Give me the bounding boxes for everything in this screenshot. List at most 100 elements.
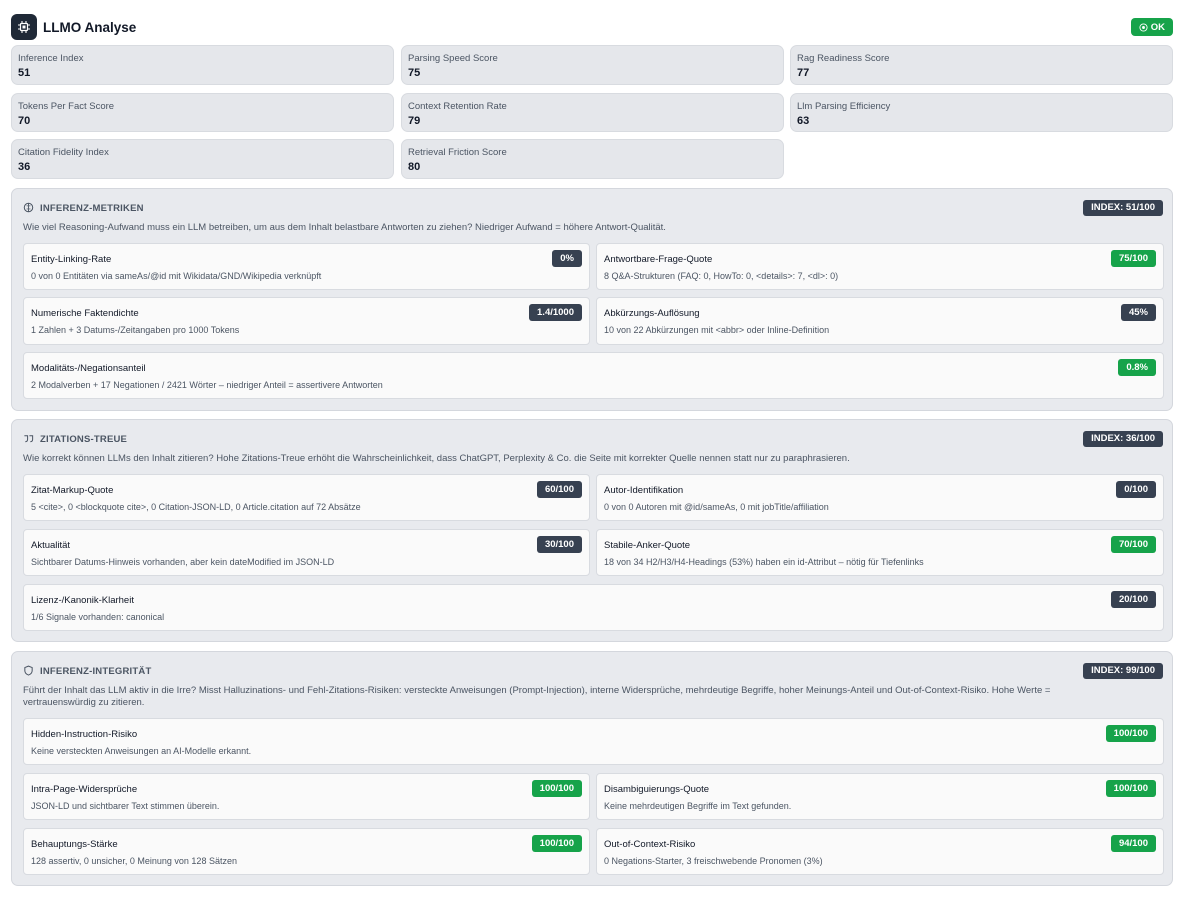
card-out-of-context-risiko: Out-of-Context-Risiko 94/100 0 Negations… [596, 828, 1164, 875]
metric-label: Context Retention Rate [408, 101, 507, 112]
score-badge: 100/100 [1105, 725, 1156, 742]
section-title: INFERENZ-INTEGRITÄT [40, 666, 152, 677]
card-title: Lizenz-/Kanonik-Klarheit [31, 595, 134, 606]
metric-label: Rag Readiness Score [797, 53, 890, 64]
score-badge: 70/100 [1110, 536, 1156, 553]
card-title: Stabile-Anker-Quote [604, 540, 691, 551]
card-title: Modalitäts-/Negationsanteil [31, 363, 146, 374]
status-badge: OK [1130, 18, 1173, 36]
section-inferenz-metriken: INFERENZ-METRIKEN INDEX: 51/100 Wie viel… [11, 188, 1173, 411]
card-detail: 0 Negations-Starter, 3 freischwebende Pr… [604, 856, 823, 866]
index-badge: INDEX: 99/100 [1083, 663, 1163, 679]
score-badge: 94/100 [1110, 835, 1156, 852]
metric-value: 36 [18, 161, 31, 173]
metric-value: 51 [18, 67, 31, 79]
card-detail: 10 von 22 Abkürzungen mit <abbr> oder In… [604, 325, 830, 335]
card-title: Abkürzungs-Auflösung [604, 308, 700, 319]
metric-value: 75 [408, 67, 421, 79]
card-title: Disambiguierungs-Quote [604, 784, 710, 795]
card-detail: Keine versteckten Anweisungen an AI-Mode… [31, 746, 252, 756]
check-circle-icon [1139, 22, 1148, 32]
card-detail: 18 von 34 H2/H3/H4-Headings (53%) haben … [604, 557, 924, 567]
score-badge: 45% [1120, 304, 1156, 321]
score-badge: 100/100 [1105, 780, 1156, 797]
metric-value: 80 [408, 161, 421, 173]
card-aktualitaet: Aktualität 30/100 Sichtbarer Datums-Hinw… [23, 529, 590, 576]
brain-icon [23, 202, 34, 213]
header: LLMO Analyse OK [11, 13, 1173, 41]
card-hidden-instruction-risiko: Hidden-Instruction-Risiko 100/100 Keine … [23, 718, 1164, 765]
card-title: Autor-Identifikation [604, 485, 684, 496]
score-badge: 100/100 [531, 835, 582, 852]
card-abkuerzungs-aufloesung: Abkürzungs-Auflösung 45% 10 von 22 Abkür… [596, 297, 1164, 345]
card-detail: JSON-LD und sichtbarer Text stimmen über… [31, 801, 220, 811]
metric-llm-parsing-efficiency: Llm Parsing Efficiency 63 [790, 93, 1173, 132]
card-detail: 1 Zahlen + 3 Datums-/Zeitangaben pro 100… [31, 325, 240, 335]
shield-icon [24, 665, 33, 676]
card-modalitaets-negationsanteil: Modalitäts-/Negationsanteil 0.8% 2 Modal… [23, 352, 1164, 399]
index-badge: INDEX: 36/100 [1083, 431, 1163, 447]
metric-tokens-per-fact-score: Tokens Per Fact Score 70 [11, 93, 394, 132]
metric-value: 79 [408, 115, 421, 127]
card-antwortbare-frage-quote: Antwortbare-Frage-Quote 75/100 8 Q&A-Str… [596, 243, 1164, 290]
metric-value: 77 [797, 67, 810, 79]
score-badge: 60/100 [536, 481, 582, 498]
card-title: Out-of-Context-Risiko [604, 839, 696, 850]
score-badge: 100/100 [531, 780, 582, 797]
score-badge: 0/100 [1116, 481, 1156, 498]
card-detail: 1/6 Signale vorhanden: canonical [31, 612, 165, 622]
chip-icon [11, 14, 37, 40]
card-behauptungs-staerke: Behauptungs-Stärke 100/100 128 assertiv,… [23, 828, 590, 875]
section-description: Führt der Inhalt das LLM aktiv in die Ir… [23, 685, 1051, 708]
metric-value: 63 [797, 115, 810, 127]
metric-inference-index: Inference Index 51 [11, 45, 394, 85]
score-badge: 20/100 [1110, 591, 1156, 608]
card-detail: Sichtbarer Datums-Hinweis vorhanden, abe… [31, 557, 335, 567]
card-zitat-markup-quote: Zitat-Markup-Quote 60/100 5 <cite>, 0 <b… [23, 474, 590, 521]
status-label: OK [1150, 21, 1165, 33]
card-numerische-faktendichte: Numerische Faktendichte 1.4/1000 1 Zahle… [23, 297, 590, 345]
metric-label: Citation Fidelity Index [18, 147, 109, 158]
card-title: Antwortbare-Frage-Quote [604, 254, 713, 265]
card-title: Aktualität [31, 540, 71, 551]
section-inferenz-integritaet: INFERENZ-INTEGRITÄT INDEX: 99/100 Führt … [11, 651, 1173, 886]
card-stabile-anker-quote: Stabile-Anker-Quote 70/100 18 von 34 H2/… [596, 529, 1164, 576]
section-title: INFERENZ-METRIKEN [40, 203, 144, 214]
metric-label: Retrieval Friction Score [408, 147, 507, 158]
metric-value: 70 [18, 115, 31, 127]
metric-label: Inference Index [18, 53, 84, 64]
metric-label: Llm Parsing Efficiency [797, 101, 891, 112]
section-title: ZITATIONS-TREUE [40, 434, 128, 445]
card-title: Behauptungs-Stärke [31, 839, 118, 850]
metric-context-retention-rate: Context Retention Rate 79 [401, 93, 784, 132]
card-detail: 2 Modalverben + 17 Negationen / 2421 Wör… [31, 380, 383, 390]
section-zitations-treue: ZITATIONS-TREUE INDEX: 36/100 Wie korrek… [11, 419, 1173, 642]
card-lizenz-kanonik-klarheit: Lizenz-/Kanonik-Klarheit 20/100 1/6 Sign… [23, 584, 1164, 631]
card-detail: 0 von 0 Autoren mit @id/sameAs, 0 mit jo… [604, 502, 829, 512]
metric-citation-fidelity-index: Citation Fidelity Index 36 [11, 139, 394, 179]
quote-icon [24, 435, 34, 443]
score-badge: 75/100 [1110, 250, 1156, 267]
section-description: Wie korrekt können LLMs den Inhalt zitie… [23, 453, 850, 464]
page-title: LLMO Analyse [43, 20, 137, 35]
score-badge: 0.8% [1118, 359, 1156, 376]
card-detail: Keine mehrdeutigen Begriffe im Text gefu… [604, 801, 792, 811]
metric-label: Parsing Speed Score [408, 53, 498, 64]
metric-label: Tokens Per Fact Score [18, 101, 115, 112]
card-title: Numerische Faktendichte [31, 308, 139, 319]
score-badge: 1.4/1000 [529, 304, 582, 321]
card-entity-linking-rate: Entity-Linking-Rate 0% 0 von 0 Entitäten… [23, 243, 590, 290]
score-badge: 30/100 [536, 536, 582, 553]
card-detail: 128 assertiv, 0 unsicher, 0 Meinung von … [31, 856, 237, 866]
card-title: Zitat-Markup-Quote [31, 485, 114, 496]
score-badge: 0% [552, 250, 582, 267]
card-title: Intra-Page-Widersprüche [31, 784, 138, 795]
metric-retrieval-friction-score: Retrieval Friction Score 80 [401, 139, 784, 179]
metric-parsing-speed-score: Parsing Speed Score 75 [401, 45, 784, 85]
card-title: Hidden-Instruction-Risiko [31, 729, 138, 740]
card-detail: 5 <cite>, 0 <blockquote cite>, 0 Citatio… [31, 502, 361, 512]
card-disambiguierungs-quote: Disambiguierungs-Quote 100/100 Keine meh… [596, 773, 1164, 820]
section-description: Wie viel Reasoning-Aufwand muss ein LLM … [23, 222, 666, 233]
card-title: Entity-Linking-Rate [31, 254, 112, 265]
index-badge: INDEX: 51/100 [1083, 200, 1163, 216]
